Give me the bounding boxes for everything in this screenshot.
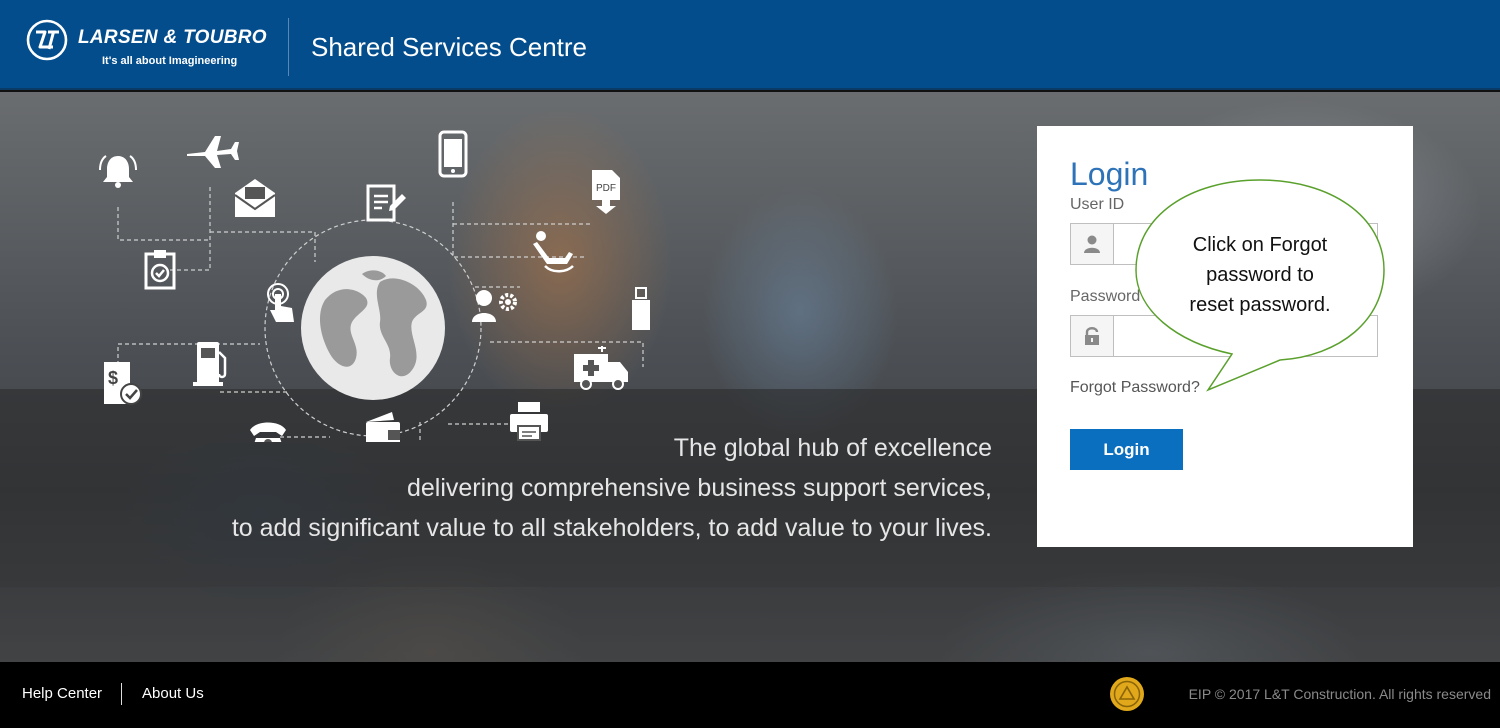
document-edit-icon xyxy=(366,184,406,222)
ambulance-icon xyxy=(574,346,628,390)
site-title: Shared Services Centre xyxy=(311,32,588,62)
hero-bottom-shade xyxy=(0,587,1500,662)
brand-name: LARSEN & TOUBRO xyxy=(78,27,267,48)
header-bar: LARSEN & TOUBRO It's all about Imagineer… xyxy=(0,0,1500,90)
tagline-line-1: The global hub of excellence xyxy=(673,434,992,462)
footer-divider xyxy=(121,683,122,705)
lt-logo[interactable]: LARSEN & TOUBRO It's all about Imagineer… xyxy=(26,17,276,73)
login-button[interactable]: Login xyxy=(1070,429,1183,470)
pdf-download-icon: PDF xyxy=(592,170,620,214)
help-center-link[interactable]: Help Center xyxy=(22,685,102,702)
about-us-link[interactable]: About Us xyxy=(142,685,204,702)
svg-text:PDF: PDF xyxy=(596,183,616,194)
recliner-icon xyxy=(533,231,574,273)
lt-emblem-icon xyxy=(1110,677,1144,711)
svg-text:$: $ xyxy=(108,368,118,388)
usb-drive-icon xyxy=(632,287,650,330)
brand-tagline: It's all about Imagineering xyxy=(102,55,238,67)
invoice-check-icon: $ xyxy=(104,362,142,405)
footer-bar: Help Center About Us EIP © 2017 L&T Cons… xyxy=(0,662,1500,728)
wallet-icon xyxy=(366,412,400,442)
callout-line-1: Click on Forgot xyxy=(1192,234,1328,256)
user-id-label: User ID xyxy=(1070,196,1125,213)
airplane-icon xyxy=(187,136,239,168)
services-infographic: PDF $ xyxy=(99,130,650,442)
smartphone-icon xyxy=(438,130,468,178)
callout-line-2: password to xyxy=(1206,264,1314,286)
header-divider xyxy=(288,18,289,76)
telephone-icon xyxy=(250,422,286,442)
tagline-line-3: to add significant value to all stakehol… xyxy=(231,514,992,542)
tagline-line-2: delivering comprehensive business suppor… xyxy=(406,474,992,502)
callout-line-3: reset password. xyxy=(1189,294,1331,316)
globe-icon xyxy=(301,256,445,400)
bell-icon xyxy=(99,155,137,188)
envelope-icon xyxy=(234,179,276,217)
callout-text: Click on Forgot password to reset passwo… xyxy=(1148,230,1372,320)
user-settings-icon xyxy=(472,290,517,322)
clipboard-check-icon xyxy=(144,250,176,290)
lock-icon xyxy=(1071,316,1114,356)
printer-icon xyxy=(510,402,548,441)
user-icon xyxy=(1071,224,1114,264)
lt-logo-mark-icon xyxy=(26,19,68,61)
fuel-pump-icon xyxy=(193,342,227,386)
copyright-text: EIP © 2017 L&T Construction. All rights … xyxy=(1188,686,1491,702)
